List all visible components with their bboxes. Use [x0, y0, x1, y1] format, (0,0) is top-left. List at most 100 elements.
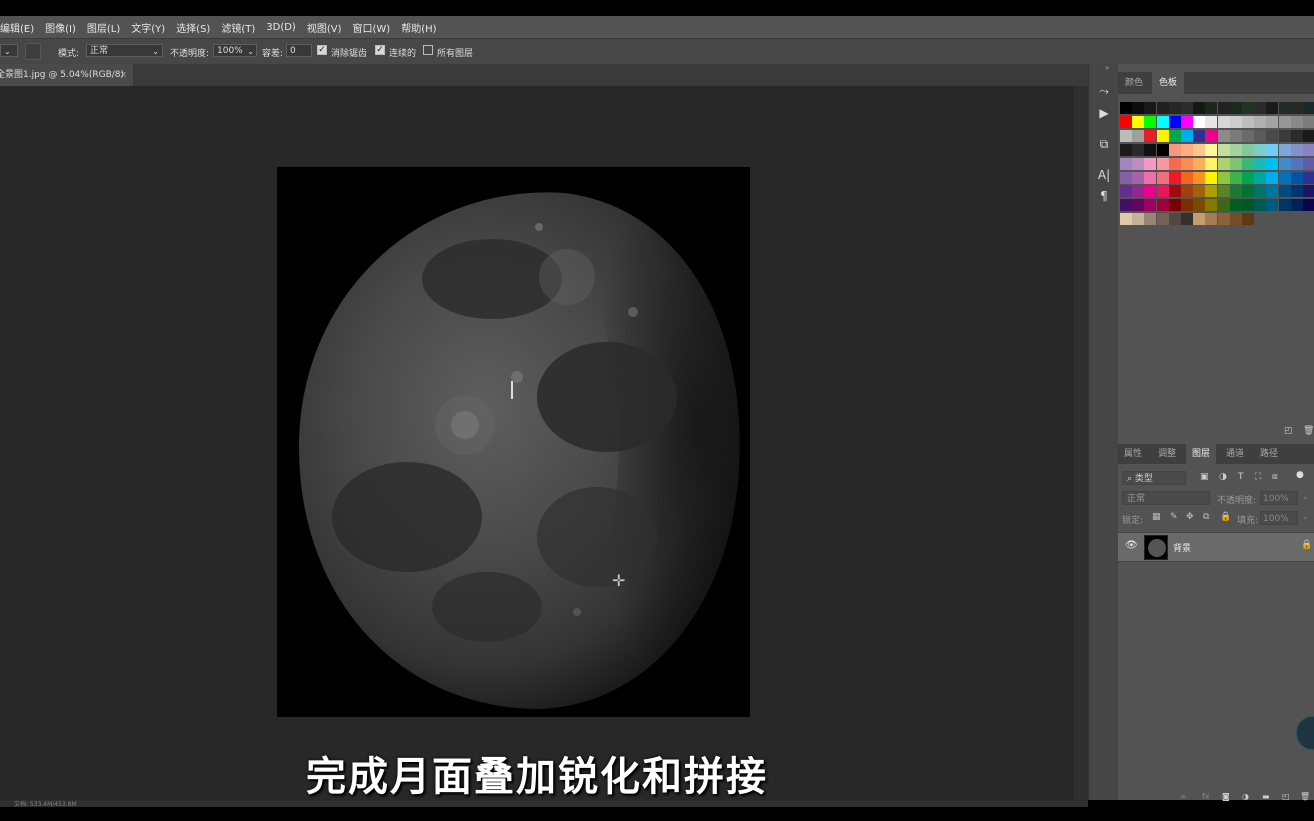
swatch[interactable] [1242, 102, 1254, 114]
swatch[interactable] [1205, 185, 1218, 198]
swatch[interactable] [1144, 185, 1157, 198]
tab-adjustments[interactable]: 调整 [1152, 444, 1182, 464]
menu-edit[interactable]: 编辑(E) [0, 20, 34, 35]
swatch[interactable] [1193, 143, 1206, 156]
swatch[interactable] [1303, 143, 1314, 156]
swatch[interactable] [1193, 157, 1206, 170]
swatch[interactable] [1193, 129, 1206, 142]
tool-preset-picker[interactable]: ⌄ [0, 44, 18, 57]
swatch[interactable] [1156, 171, 1169, 184]
tab-properties[interactable]: 属性 [1118, 444, 1148, 464]
tab-channels[interactable]: 通道 [1220, 444, 1250, 464]
swatch[interactable] [1132, 213, 1145, 226]
menu-help[interactable]: 帮助(H) [401, 20, 436, 35]
swatch[interactable] [1205, 157, 1218, 170]
swatch[interactable] [1217, 129, 1230, 142]
swatch[interactable] [1132, 102, 1145, 114]
filter-shape-icon[interactable]: ⛶ [1255, 472, 1261, 482]
lock-all-icon[interactable]: 🔒 [1220, 512, 1231, 522]
swatch[interactable] [1156, 129, 1169, 142]
swatch[interactable] [1217, 213, 1230, 226]
swatch[interactable] [1303, 199, 1314, 212]
swatch[interactable] [1229, 102, 1242, 114]
character-icon[interactable]: A| [1095, 167, 1113, 183]
swatch[interactable] [1144, 157, 1157, 170]
menu-view[interactable]: 视图(V) [307, 20, 342, 35]
mask-icon[interactable]: ◙ [1222, 792, 1230, 801]
filter-smart-object-icon[interactable]: ⧈ [1272, 472, 1278, 482]
swatch[interactable] [1144, 143, 1157, 156]
chevron-down-icon[interactable]: ⌄ [1302, 512, 1309, 521]
swatch[interactable] [1193, 115, 1206, 128]
swatch[interactable] [1290, 199, 1303, 212]
tab-color[interactable]: 颜色 [1118, 72, 1150, 94]
swatch[interactable] [1144, 102, 1157, 114]
swatch[interactable] [1303, 185, 1314, 198]
swatch[interactable] [1156, 115, 1169, 128]
swatch[interactable] [1156, 143, 1169, 156]
layer-row[interactable]: 👁 背景 🔒 [1118, 532, 1314, 562]
swatch[interactable] [1266, 185, 1279, 198]
anti-alias-checkbox[interactable]: ✓ [317, 45, 327, 55]
swatch[interactable] [1266, 129, 1279, 142]
tab-swatches[interactable]: 色板 [1152, 72, 1185, 94]
swatch[interactable] [1278, 115, 1291, 128]
lock-image-icon[interactable]: ✎ [1170, 512, 1178, 522]
link-icon[interactable]: ∞ [1180, 792, 1187, 801]
swatch[interactable] [1229, 213, 1242, 226]
swatch[interactable] [1168, 129, 1181, 142]
clone-source-icon[interactable]: ⧉ [1095, 136, 1113, 152]
swatch[interactable] [1254, 115, 1267, 128]
filter-toggle-icon[interactable]: ● [1296, 470, 1304, 480]
swatch[interactable] [1278, 171, 1291, 184]
swatch[interactable] [1132, 129, 1145, 142]
swatch[interactable] [1181, 157, 1193, 170]
swatch[interactable] [1290, 115, 1303, 128]
swatch[interactable] [1181, 143, 1193, 156]
swatch[interactable] [1266, 199, 1279, 212]
swatch[interactable] [1242, 115, 1254, 128]
swatch[interactable] [1290, 102, 1303, 114]
swatch[interactable] [1181, 213, 1193, 226]
swatch[interactable] [1217, 143, 1230, 156]
menu-window[interactable]: 窗口(W) [353, 20, 391, 35]
swatch[interactable] [1120, 115, 1132, 128]
swatch[interactable] [1205, 213, 1218, 226]
swatch[interactable] [1120, 171, 1132, 184]
tab-layers[interactable]: 图层 [1186, 444, 1217, 464]
swatch[interactable] [1278, 185, 1291, 198]
document-image[interactable]: ✛ [277, 167, 750, 717]
swatch[interactable] [1266, 143, 1279, 156]
vertical-scrollbar[interactable] [1074, 86, 1088, 800]
swatch[interactable] [1120, 102, 1132, 114]
swatch[interactable] [1132, 185, 1145, 198]
swatch[interactable] [1290, 129, 1303, 142]
swatch[interactable] [1229, 157, 1242, 170]
swatch[interactable] [1193, 185, 1206, 198]
eye-icon[interactable]: 👁 [1125, 540, 1138, 551]
swatch[interactable] [1278, 199, 1291, 212]
lock-artboard-icon[interactable]: ⧉ [1203, 512, 1209, 522]
document-tab[interactable]: 全景图1.jpg @ 5.04%(RGB/8) × [0, 64, 133, 86]
chevron-down-icon[interactable]: ⌄ [1302, 492, 1309, 501]
opacity-input[interactable]: 100% ⌄ [213, 44, 257, 57]
menu-select[interactable]: 选择(S) [176, 20, 210, 35]
swatch[interactable] [1229, 185, 1242, 198]
swatch[interactable] [1290, 143, 1303, 156]
swatch[interactable] [1132, 171, 1145, 184]
swatch[interactable] [1168, 171, 1181, 184]
swatch[interactable] [1303, 129, 1314, 142]
all-layers-checkbox[interactable] [423, 45, 433, 55]
swatch[interactable] [1156, 185, 1169, 198]
paragraph-icon[interactable]: ¶ [1095, 188, 1113, 204]
swatch[interactable] [1217, 199, 1230, 212]
menu-3d[interactable]: 3D(D) [266, 22, 296, 33]
contiguous-checkbox[interactable]: ✓ [375, 45, 385, 55]
swatch[interactable] [1205, 129, 1218, 142]
swatch[interactable] [1242, 185, 1254, 198]
swatch[interactable] [1144, 129, 1157, 142]
swatch[interactable] [1266, 115, 1279, 128]
fx-icon[interactable]: fx [1202, 792, 1210, 801]
swatch[interactable] [1156, 157, 1169, 170]
swatch[interactable] [1144, 171, 1157, 184]
